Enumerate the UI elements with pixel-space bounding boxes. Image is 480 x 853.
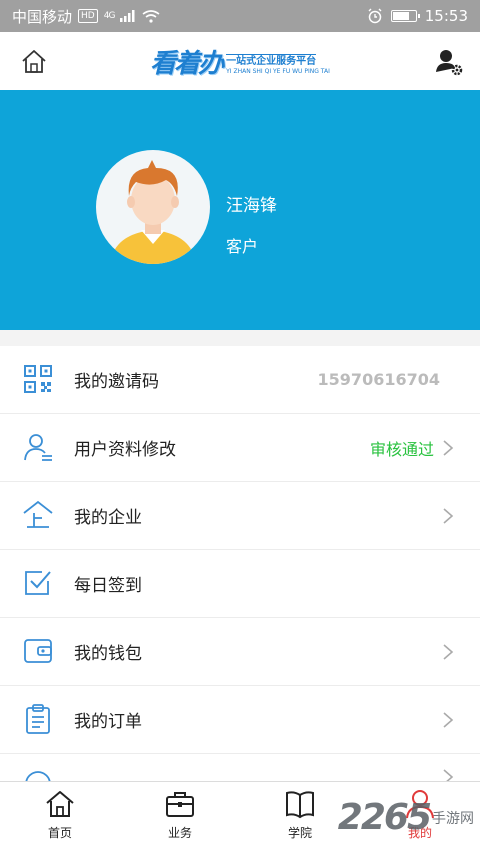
logo-slogan: 一站式企业服务平台 — [226, 53, 317, 67]
menu-item-label: 我的订单 — [74, 712, 142, 732]
top-bar: 看着办 一站式企业服务平台 YI ZHAN SHI QI YE FU WU PI… — [0, 32, 480, 90]
watermark-number: 2265 — [337, 797, 432, 838]
menu-item-label: 我的钱包 — [74, 644, 142, 664]
app-logo: 看着办 一站式企业服务平台 YI ZHAN SHI QI YE FU WU PI… — [150, 43, 330, 80]
alarm-icon — [368, 8, 382, 24]
network-label: 4G — [103, 11, 116, 21]
status-bar: 中国移动 HD 4G 15:53 — [0, 0, 480, 32]
user-name: 汪海锋 — [226, 196, 277, 216]
menu-item-profile-edit[interactable]: 用户资料修改 审核通过 — [0, 414, 480, 482]
menu-item-partial[interactable] — [0, 754, 480, 784]
review-status-text: 审核通过 — [369, 439, 434, 459]
menu-list: 我的邀请码 15970616704 用户资料修改 审核通过 我的企业 每日签到 — [0, 346, 480, 784]
checkin-icon — [25, 571, 51, 595]
logo-text: 看着办 — [150, 48, 224, 79]
tab-home[interactable]: 首页 — [0, 782, 120, 853]
avatar[interactable] — [96, 150, 210, 264]
tab-label: 业务 — [167, 826, 192, 840]
book-icon — [286, 791, 314, 819]
carrier-label: 中国移动 — [12, 7, 73, 26]
chevron-right-icon — [443, 439, 454, 456]
wifi-icon — [142, 9, 160, 23]
menu-item-label: 我的邀请码 — [74, 372, 159, 392]
user-profile-icon — [24, 434, 52, 461]
menu-item-wallet[interactable]: 我的钱包 — [0, 618, 480, 686]
profile-banner: 汪海锋 客户 — [0, 90, 480, 330]
menu-item-invite-code[interactable]: 我的邀请码 15970616704 — [0, 346, 480, 414]
chevron-right-icon — [443, 711, 454, 728]
logo-slogan-pinyin: YI ZHAN SHI QI YE FU WU PING TAI — [226, 67, 330, 75]
tab-business[interactable]: 业务 — [120, 782, 240, 853]
chevron-right-icon — [443, 507, 454, 524]
user-settings-icon[interactable] — [434, 46, 464, 76]
user-role: 客户 — [226, 237, 259, 256]
tab-label: 学院 — [287, 826, 312, 840]
wallet-icon — [24, 639, 52, 663]
menu-item-daily-checkin[interactable]: 每日签到 — [0, 550, 480, 618]
qrcode-icon — [24, 365, 52, 393]
watermark-text: 手游网 — [432, 810, 474, 827]
home-icon — [46, 791, 74, 817]
home-button-icon[interactable] — [20, 48, 48, 74]
briefcase-icon — [166, 792, 194, 817]
order-icon — [26, 704, 50, 734]
avatar-illustration-icon — [110, 160, 196, 264]
tab-label: 首页 — [47, 826, 72, 840]
signal-icon — [120, 10, 135, 22]
clock-label: 15:53 — [424, 7, 468, 25]
invite-code-value: 15970616704 — [317, 370, 440, 389]
battery-icon — [390, 10, 420, 22]
menu-item-label: 用户资料修改 — [74, 440, 176, 460]
site-watermark: 2265 手游网 — [338, 797, 474, 838]
menu-item-enterprise[interactable]: 我的企业 — [0, 482, 480, 550]
chevron-right-icon — [443, 643, 454, 660]
hd-badge: HD — [78, 9, 98, 23]
menu-item-label: 每日签到 — [74, 576, 142, 596]
menu-item-orders[interactable]: 我的订单 — [0, 686, 480, 754]
menu-item-label: 我的企业 — [74, 508, 142, 528]
enterprise-icon — [23, 500, 53, 528]
